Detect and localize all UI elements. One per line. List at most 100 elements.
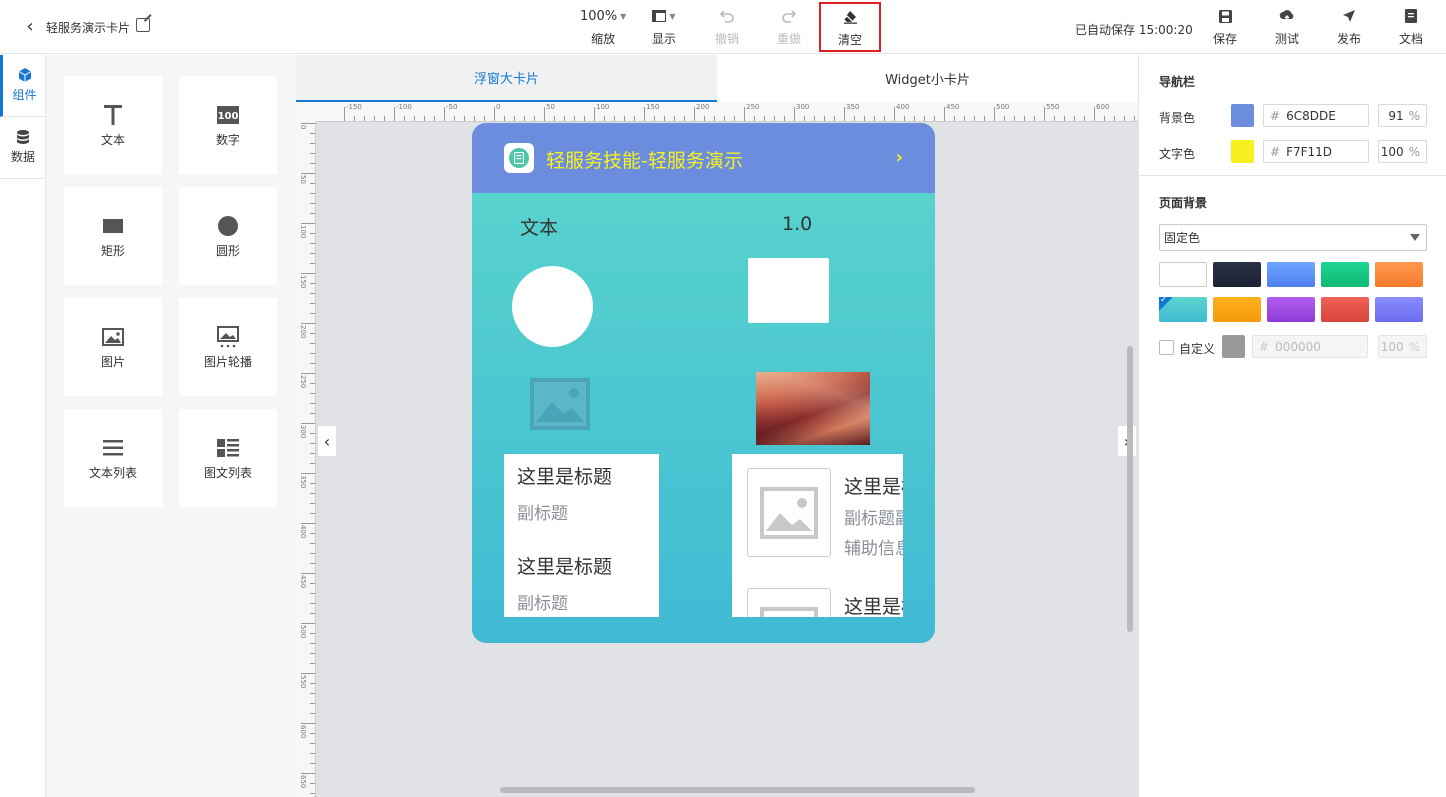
page-title: 轻服务演示卡片 xyxy=(46,21,131,35)
ruler-tick xyxy=(644,107,645,121)
bg-preset-swatch[interactable] xyxy=(1375,262,1423,287)
bg-preset-swatch[interactable] xyxy=(1159,262,1207,287)
canvas-text-element[interactable]: 文本 xyxy=(520,213,558,240)
list-item[interactable]: 这里是标题 副标题 xyxy=(504,544,659,617)
canvas-number-element[interactable]: 1.0 xyxy=(782,213,812,235)
component-palette: 文本 100 数字 矩形 圆形 图片 图片轮播 文本列表 图文列表 xyxy=(46,55,296,797)
nav-text-opacity-input[interactable]: 100% xyxy=(1378,140,1427,163)
ruler-tick xyxy=(624,116,625,121)
ruler-tick xyxy=(301,423,315,424)
ruler-tick xyxy=(310,563,315,564)
display-button[interactable]: ▼ 显示 xyxy=(652,6,676,50)
zoom-dropdown[interactable]: 100% ▼ 缩放 xyxy=(580,6,626,50)
layout-icon xyxy=(652,10,667,22)
bg-preset-swatch[interactable] xyxy=(1267,297,1315,322)
component-text[interactable]: 文本 xyxy=(64,76,162,174)
canvas-circle-element[interactable] xyxy=(512,266,593,347)
canvas-rectangle-element[interactable] xyxy=(748,258,829,323)
custom-color-swatch[interactable] xyxy=(1222,335,1245,358)
card-nav-bar[interactable]: 轻服务技能-轻服务演示 › xyxy=(472,123,935,193)
nav-bg-opacity-input[interactable]: 91% xyxy=(1378,104,1427,127)
tab-floating-card[interactable]: 浮窗大卡片 xyxy=(296,55,717,102)
card-title: 轻服务技能-轻服务演示 xyxy=(546,150,743,172)
publish-button[interactable]: 发布 xyxy=(1337,6,1361,50)
nav-bg-hex-input[interactable]: #6C8DDE xyxy=(1263,104,1369,127)
ruler-tick xyxy=(634,116,635,121)
bg-mode-select[interactable]: 固定色 xyxy=(1159,224,1427,251)
bg-preset-swatch[interactable] xyxy=(1213,262,1261,287)
test-button[interactable]: 测试 xyxy=(1275,6,1299,50)
chevron-right-icon[interactable]: › xyxy=(896,147,903,168)
component-rectangle[interactable]: 矩形 xyxy=(64,187,162,285)
ruler-tick xyxy=(310,503,315,504)
ruler-tick xyxy=(310,613,315,614)
tab-data[interactable]: 数据 xyxy=(0,117,46,179)
horizontal-scrollbar[interactable] xyxy=(500,787,975,793)
tab-widget-card[interactable]: Widget小卡片 xyxy=(717,55,1138,102)
ruler-tick xyxy=(310,203,315,204)
canvas-image-text-list-element[interactable]: 这里是标题 副标题副标题 辅助信息 这里是标题 xyxy=(732,454,903,617)
ruler-tick xyxy=(1124,116,1125,121)
ruler-label: 550 xyxy=(299,675,307,689)
ruler-label: 500 xyxy=(996,103,1010,111)
ruler-tick xyxy=(310,583,315,584)
list-item[interactable]: 这里是标题 副标题副标题 辅助信息 xyxy=(732,454,903,574)
ruler-label: -100 xyxy=(396,103,412,111)
edit-title-icon[interactable] xyxy=(136,18,150,32)
custom-color-checkbox[interactable] xyxy=(1159,340,1174,355)
prev-page-chevron-left-icon[interactable]: ‹ xyxy=(318,426,336,456)
redo-button[interactable]: 重做 xyxy=(777,6,801,50)
list-item[interactable]: 这里是标题 副标题 xyxy=(504,454,659,544)
canvas-text-list-element[interactable]: 这里是标题 副标题 这里是标题 副标题 xyxy=(504,454,659,617)
component-image[interactable]: 图片 xyxy=(64,298,162,396)
component-image-text-list[interactable]: 图文列表 xyxy=(179,409,277,507)
ruler-tick xyxy=(310,353,315,354)
text-list-icon xyxy=(103,439,123,455)
cube-icon xyxy=(18,68,31,82)
nav-bg-color-swatch[interactable] xyxy=(1231,104,1254,127)
ruler-label: 600 xyxy=(1096,103,1110,111)
component-text-list[interactable]: 文本列表 xyxy=(64,409,162,507)
ruler-tick xyxy=(1024,116,1025,121)
save-button[interactable]: 保存 xyxy=(1213,6,1237,50)
zoom-label: 缩放 xyxy=(591,32,616,46)
canvas-image-placeholder-icon[interactable] xyxy=(530,378,590,430)
bg-preset-swatch[interactable] xyxy=(1375,297,1423,322)
custom-hex-input[interactable]: #000000 xyxy=(1252,335,1368,358)
component-carousel[interactable]: 图片轮播 xyxy=(179,298,277,396)
ruler-tick xyxy=(310,383,315,384)
ruler-tick xyxy=(301,673,315,674)
nav-text-hex-input[interactable]: # F7F11D xyxy=(1263,140,1369,163)
bg-preset-swatch[interactable] xyxy=(1159,295,1207,322)
nav-text-color-swatch[interactable] xyxy=(1231,140,1254,163)
tab-components[interactable]: 组件 xyxy=(0,55,46,117)
vertical-scrollbar[interactable] xyxy=(1127,346,1133,632)
ruler-tick xyxy=(1114,116,1115,121)
card-preview[interactable]: 轻服务技能-轻服务演示 › 文本 1.0 这里是标题 副标题 这里是标题 副标题… xyxy=(472,123,935,643)
ruler-tick xyxy=(310,463,315,464)
component-circle[interactable]: 圆形 xyxy=(179,187,277,285)
left-tab-bar: 组件 数据 xyxy=(0,55,46,797)
back-arrow-icon[interactable]: ‹ xyxy=(20,16,40,37)
canvas-photo-element[interactable] xyxy=(756,372,870,445)
ruler-tick xyxy=(654,116,655,121)
clear-button[interactable]: 清空 xyxy=(819,2,881,52)
ruler-tick xyxy=(310,783,315,784)
bg-preset-swatch[interactable] xyxy=(1321,262,1369,287)
custom-opacity-input[interactable]: 100% xyxy=(1378,335,1427,358)
ruler-label: 100 xyxy=(596,103,610,111)
bg-preset-swatch[interactable] xyxy=(1321,297,1369,322)
ruler-tick xyxy=(524,116,525,121)
nav-text-opacity-value: 100 xyxy=(1380,144,1404,159)
docs-button[interactable]: 文档 xyxy=(1399,6,1423,50)
ruler-tick xyxy=(310,703,315,704)
clear-label: 清空 xyxy=(837,33,862,47)
ruler-tick xyxy=(944,107,945,121)
bg-preset-swatch[interactable] xyxy=(1213,297,1261,322)
list-item-title: 这里是标题 xyxy=(844,476,903,498)
undo-button[interactable]: 撤销 xyxy=(715,6,739,50)
ruler-tick xyxy=(444,107,445,121)
bg-preset-swatch[interactable] xyxy=(1267,262,1315,287)
component-number[interactable]: 100 数字 xyxy=(179,76,277,174)
list-item[interactable]: 这里是标题 xyxy=(732,574,903,617)
